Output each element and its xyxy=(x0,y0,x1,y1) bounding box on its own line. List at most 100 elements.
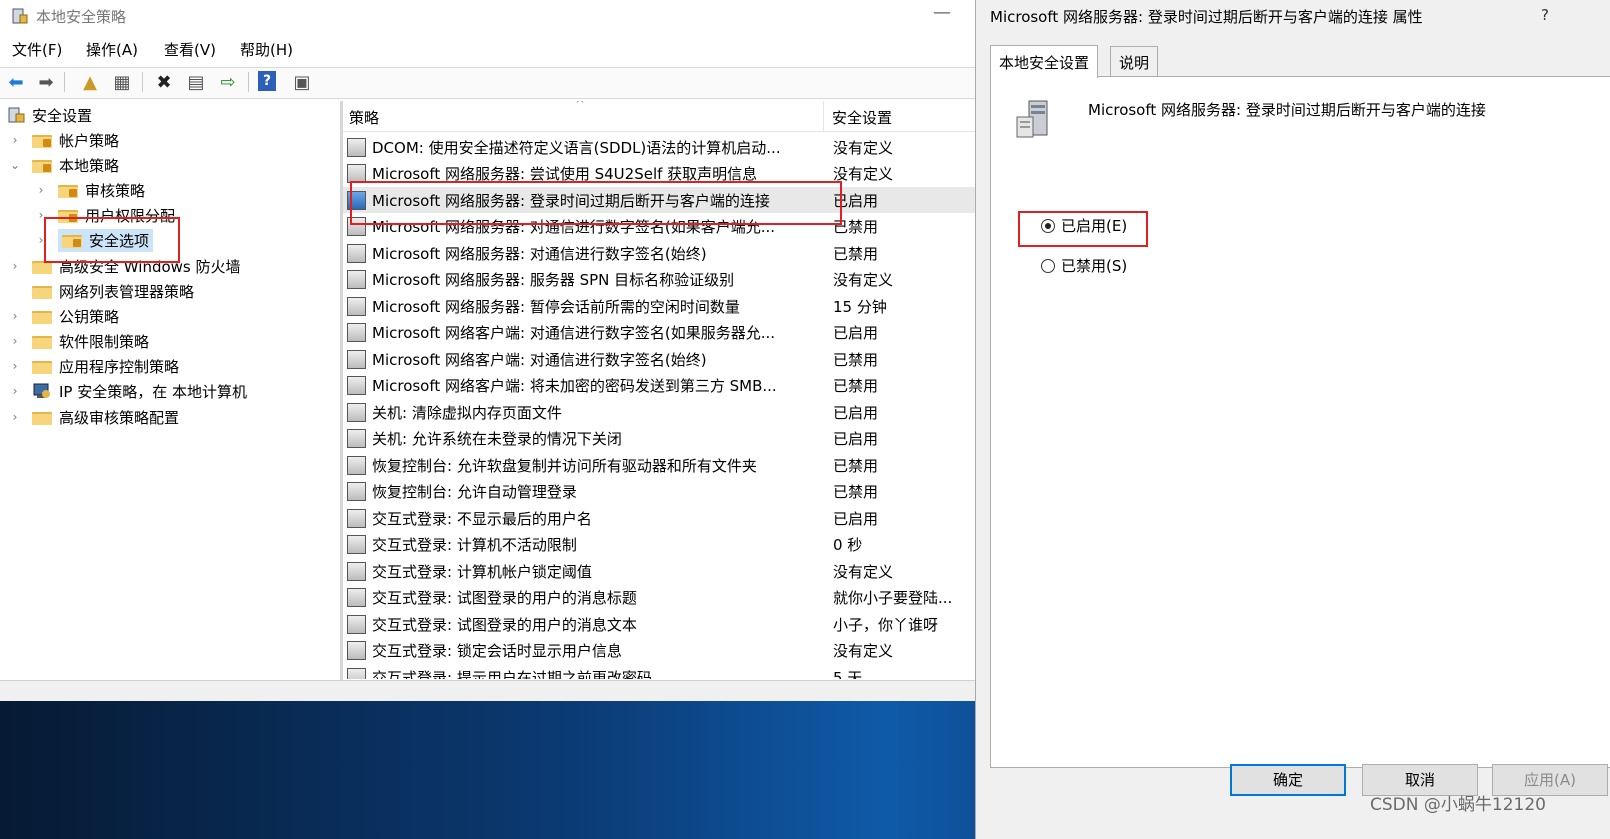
local-security-policy-icon xyxy=(12,8,28,24)
folder-lock-icon xyxy=(58,183,78,198)
menu-help[interactable]: 帮助(H) xyxy=(240,39,293,60)
policy-setting-cell: 已禁用 xyxy=(833,483,879,501)
table-row[interactable]: 交互式登录: 锁定会话时显示用户信息 没有定义 xyxy=(343,638,975,664)
tree-item-account-policy[interactable]: › 帐户策略 xyxy=(8,128,119,152)
folder-icon xyxy=(32,309,52,324)
table-row[interactable]: Microsoft 网络客户端: 对通信进行数字签名(始终) 已禁用 xyxy=(343,346,975,372)
forward-icon[interactable]: ➡ xyxy=(34,71,58,93)
policy-name-cell: 交互式登录: 提示用户在过期之前更改密码 xyxy=(372,668,652,680)
radio-button[interactable] xyxy=(1041,258,1055,273)
column-setting[interactable]: 安全设置 xyxy=(832,107,892,128)
console-icon[interactable]: ▣ xyxy=(290,71,314,93)
menu-action[interactable]: 操作(A) xyxy=(86,39,138,60)
policy-setting-cell: 已启用 xyxy=(833,509,879,528)
tab-explain[interactable]: 说明 xyxy=(1110,46,1159,77)
tree-root[interactable]: 安全设置 xyxy=(8,103,92,127)
policy-icon xyxy=(347,667,366,679)
table-row[interactable]: 关机: 清除虚拟内存页面文件 已启用 xyxy=(343,399,975,425)
chevron-right-icon[interactable]: › xyxy=(8,384,22,398)
table-row[interactable]: 交互式登录: 计算机帐户锁定阈值 没有定义 xyxy=(343,558,975,584)
table-row[interactable]: Microsoft 网络服务器: 对通信进行数字签名(始终) 已禁用 xyxy=(343,240,975,266)
table-row[interactable]: 交互式登录: 试图登录的用户的消息标题 就你小子要登陆... xyxy=(343,585,975,611)
delete-icon[interactable]: ✖ xyxy=(152,71,176,93)
table-row[interactable]: 交互式登录: 试图登录的用户的消息文本 小子，你丫谁呀 xyxy=(343,611,975,637)
table-row[interactable]: Microsoft 网络服务器: 服务器 SPN 目标名称验证级别 没有定义 xyxy=(343,267,975,293)
chevron-right-icon[interactable]: › xyxy=(34,208,48,222)
chevron-right-icon[interactable]: › xyxy=(34,233,48,247)
help-button[interactable]: ? xyxy=(1541,6,1549,24)
title-bar: 本地安全策略 — xyxy=(0,0,975,32)
watermark: CSDN @小蜗牛12120 xyxy=(1370,795,1546,815)
tree-item-user-rights[interactable]: › 用户权限分配 xyxy=(34,203,175,227)
tree-selection: 安全选项 xyxy=(58,228,154,252)
sort-ascending-icon: ^ xyxy=(575,101,586,111)
tree-item-app-control[interactable]: › 应用程序控制策略 xyxy=(8,354,179,378)
table-row[interactable]: Microsoft 网络服务器: 对通信进行数字签名(如果客户端允... 已禁用 xyxy=(343,214,975,240)
tree-label: 本地策略 xyxy=(59,156,120,175)
radio-button-checked[interactable] xyxy=(1041,218,1055,233)
tree-item-ip-security[interactable]: › IP 安全策略，在 本地计算机 xyxy=(8,379,247,403)
policy-name-cell: 交互式登录: 试图登录的用户的消息标题 xyxy=(372,589,637,607)
table-row[interactable]: Microsoft 网络服务器: 登录时间过期后断开与客户端的连接 已启用 xyxy=(343,187,975,213)
radio-enabled[interactable]: 已启用(E) xyxy=(1041,215,1127,236)
tree-item-public-key[interactable]: › 公钥策略 xyxy=(8,304,119,328)
chevron-right-icon[interactable]: › xyxy=(8,359,22,373)
tree-item-firewall[interactable]: › 高级安全 Windows 防火墙 xyxy=(8,254,241,278)
minimize-button[interactable]: — xyxy=(928,2,956,28)
folder-lock-icon xyxy=(32,133,52,148)
policy-icon xyxy=(347,641,366,660)
policy-setting-cell: 就你小子要登陆... xyxy=(833,589,953,607)
tree-item-audit-policy[interactable]: › 审核策略 xyxy=(34,178,145,202)
chevron-down-icon[interactable]: ⌄ xyxy=(8,158,22,172)
chevron-right-icon[interactable]: › xyxy=(8,133,22,147)
policy-icon xyxy=(347,270,366,289)
tree-item-security-options[interactable]: › 安全选项 xyxy=(34,228,154,252)
table-row[interactable]: Microsoft 网络客户端: 对通信进行数字签名(如果服务器允... 已启用 xyxy=(343,320,975,346)
tree-item-software-restriction[interactable]: › 软件限制策略 xyxy=(8,329,149,353)
up-folder-icon[interactable]: ▲ xyxy=(78,71,102,93)
table-row[interactable]: 恢复控制台: 允许软盘复制并访问所有驱动器和所有文件夹 已禁用 xyxy=(343,452,975,478)
folder-icon xyxy=(32,284,52,299)
export-icon[interactable]: ⇨ xyxy=(216,71,240,93)
tab-local-security-setting[interactable]: 本地安全设置 xyxy=(990,45,1099,78)
back-icon[interactable]: ⬅ xyxy=(4,71,28,93)
chevron-right-icon[interactable]: › xyxy=(8,309,22,323)
main-window: 本地安全策略 — 文件(F) 操作(A) 查看(V) 帮助(H) ⬅ ➡ ▲ ▦… xyxy=(0,0,976,701)
table-row[interactable]: 交互式登录: 提示用户在过期之前更改密码 5 天 xyxy=(343,664,975,679)
chevron-right-icon[interactable]: › xyxy=(8,334,22,348)
tree-item-advanced-audit[interactable]: › 高级审核策略配置 xyxy=(8,405,179,429)
table-row[interactable]: 恢复控制台: 允许自动管理登录 已禁用 xyxy=(343,479,975,505)
tree-label: IP 安全策略，在 本地计算机 xyxy=(59,382,248,401)
table-row[interactable]: Microsoft 网络服务器: 暂停会话前所需的空闲时间数量 15 分钟 xyxy=(343,293,975,319)
tree-item-local-policy[interactable]: ⌄ 本地策略 xyxy=(8,153,119,177)
column-policy[interactable]: 策略 xyxy=(349,107,379,128)
help-icon[interactable]: ? xyxy=(258,71,276,91)
properties-icon[interactable]: ▤ xyxy=(184,71,208,93)
table-row[interactable]: DCOM: 使用安全描述符定义语言(SDDL)语法的计算机启动... 没有定义 xyxy=(343,134,975,160)
policy-icon xyxy=(347,164,366,183)
policy-setting-cell: 已禁用 xyxy=(833,456,879,475)
policy-name-cell: Microsoft 网络客户端: 对通信进行数字签名(始终) xyxy=(372,350,707,369)
tree-item-network-list[interactable]: 网络列表管理器策略 xyxy=(8,279,194,303)
policy-icon xyxy=(347,349,366,369)
policy-name-cell: 恢复控制台: 允许自动管理登录 xyxy=(372,483,577,501)
show-hide-tree-icon[interactable]: ▦ xyxy=(110,71,134,93)
chevron-right-icon[interactable]: › xyxy=(8,259,22,273)
policy-setting-cell: 没有定义 xyxy=(833,642,894,660)
chevron-right-icon[interactable]: › xyxy=(34,183,48,197)
ip-security-icon xyxy=(33,383,50,398)
table-row[interactable]: 交互式登录: 不显示最后的用户名 已启用 xyxy=(343,505,975,531)
table-row[interactable]: Microsoft 网络客户端: 将未加密的密码发送到第三方 SMB... 已禁用 xyxy=(343,373,975,399)
policy-setting-cell: 0 秒 xyxy=(833,536,863,554)
menu-view[interactable]: 查看(V) xyxy=(164,39,216,60)
folder-lock-icon xyxy=(58,208,78,223)
table-row[interactable]: 交互式登录: 计算机不活动限制 0 秒 xyxy=(343,532,975,558)
table-row[interactable]: Microsoft 网络服务器: 尝试使用 S4U2Self 获取声明信息 没有定… xyxy=(343,161,975,187)
menu-file[interactable]: 文件(F) xyxy=(12,39,62,60)
chevron-right-icon[interactable]: › xyxy=(8,410,22,424)
radio-disabled[interactable]: 已禁用(S) xyxy=(1041,255,1127,276)
tree-label: 公钥策略 xyxy=(59,307,120,326)
ok-button[interactable]: 确定 xyxy=(1230,764,1346,796)
tree-label: 安全选项 xyxy=(89,231,150,250)
table-row[interactable]: 关机: 允许系统在未登录的情况下关闭 已启用 xyxy=(343,426,975,452)
